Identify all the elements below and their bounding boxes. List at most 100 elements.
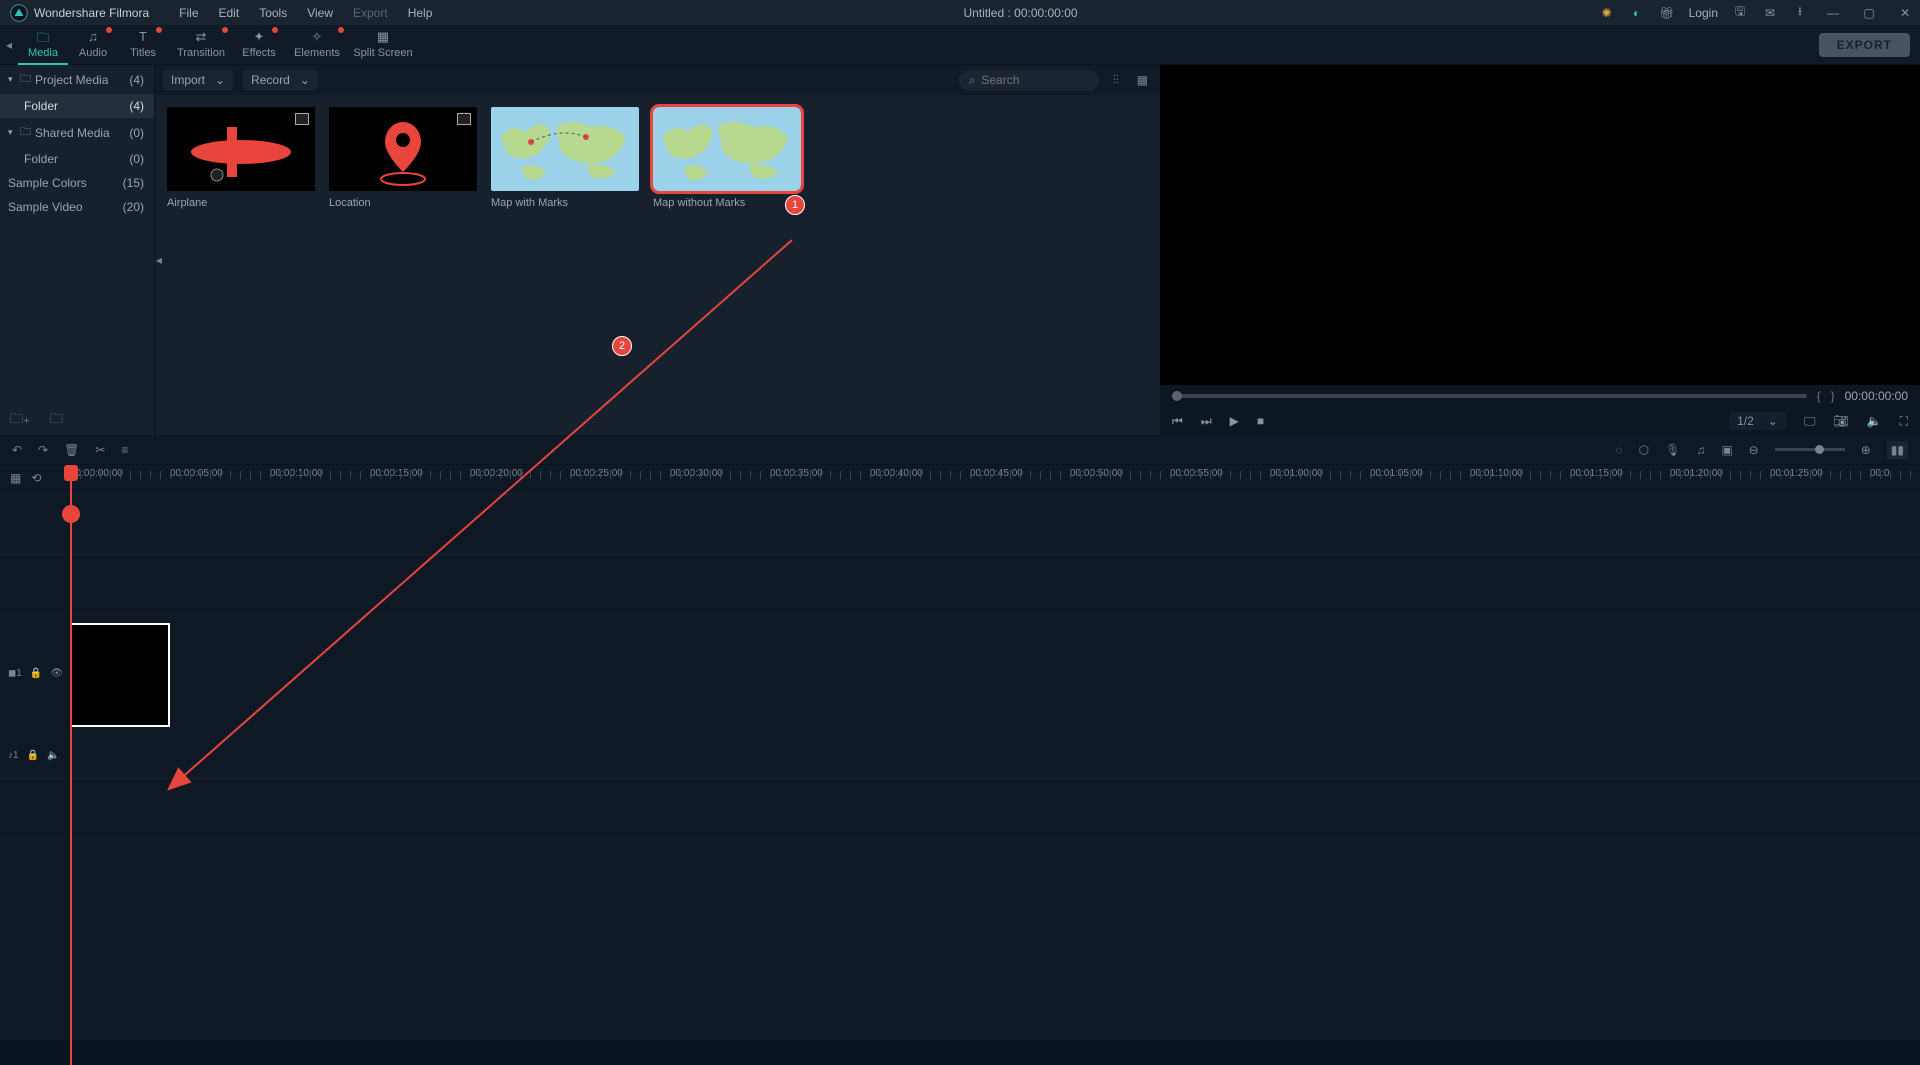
import-label: Import	[171, 73, 205, 87]
audio-track[interactable]: ♪1 🔒 🔈	[0, 733, 1920, 779]
track-add-icon[interactable]: ▦	[10, 471, 21, 485]
stop-button[interactable]: ■	[1257, 414, 1264, 428]
timeline-toolbar: ↶ ↷ 🗑 ✂ ≡ ◌ ⬡ 🎙 ♫ ▣ ⊖ ⊕ ▮▮	[0, 435, 1920, 465]
search-input[interactable]	[981, 73, 1088, 87]
monitor-icon[interactable]: 🖵	[1804, 414, 1816, 429]
thumbnail-airplane[interactable]: Airplane	[167, 107, 315, 209]
sidebar-item-sample-video[interactable]: Sample Video(20)	[0, 195, 154, 219]
message-icon[interactable]: ✉	[1762, 5, 1778, 21]
thumbnail-map-without-marks[interactable]: Map without Marks	[653, 107, 801, 209]
download-icon[interactable]: ⭳	[1792, 5, 1808, 21]
tab-elements[interactable]: ✧Elements	[284, 25, 350, 65]
snapshot-icon[interactable]: 📷︎	[1833, 414, 1848, 428]
support-icon[interactable]: ◐	[1629, 5, 1645, 21]
save-icon[interactable]: 🖫	[1732, 5, 1748, 21]
redo-button[interactable]: ↷	[38, 443, 48, 457]
sidebar-item-folder[interactable]: Folder(0)	[0, 147, 154, 171]
video-track[interactable]: ◼1 🔒 👁	[0, 615, 1920, 733]
zoom-out-icon[interactable]: ⊖	[1749, 443, 1759, 457]
view-grid-icon[interactable]: ▦	[1133, 69, 1152, 91]
audio-track-head: ♪1 🔒 🔈	[0, 733, 70, 778]
audio-mixer-icon[interactable]: ♫	[1696, 443, 1705, 457]
marker-icon[interactable]: ⬡	[1639, 443, 1649, 457]
project-title: Untitled : 00:00:00:00	[442, 6, 1598, 20]
media-sidebar: ▾🗀Project Media(4)Folder(4)▾🗀Shared Medi…	[0, 65, 155, 435]
sidebar-item-shared-media[interactable]: ▾🗀Shared Media(0)	[0, 118, 154, 147]
search-box[interactable]: ⌕	[959, 70, 1099, 91]
tab-media[interactable]: 🗀Media	[18, 25, 68, 65]
split-button[interactable]: ✂	[95, 443, 105, 457]
login-button[interactable]: Login	[1689, 6, 1718, 20]
delete-button[interactable]: 🗑	[64, 443, 79, 457]
ruler-tick: 00:00:50:00	[1070, 466, 1170, 479]
play-button[interactable]: ▶	[1230, 414, 1239, 428]
maximize-button[interactable]: ▢	[1858, 6, 1880, 20]
tab-label: Media	[18, 47, 68, 59]
track-empty-3[interactable]	[0, 779, 1920, 839]
sidebar-item-count: (4)	[129, 73, 144, 87]
playhead-handle-icon[interactable]	[62, 505, 80, 523]
thumbnail-location[interactable]: Location	[329, 107, 477, 209]
playhead[interactable]	[70, 465, 72, 1065]
lock-icon[interactable]: 🔒	[30, 668, 42, 679]
gift-icon[interactable]: 🎁︎	[1659, 5, 1675, 21]
visibility-icon[interactable]: 👁	[50, 668, 63, 679]
track-empty-1[interactable]	[0, 495, 1920, 555]
tips-icon[interactable]: ✺	[1599, 5, 1615, 21]
ruler-tick: 00:00:10:00	[270, 466, 370, 479]
tab-split-screen[interactable]: ▦Split Screen	[350, 25, 416, 65]
minimize-button[interactable]: —	[1822, 6, 1844, 20]
mark-out-icon[interactable]: }	[1831, 389, 1835, 403]
open-folder-icon[interactable]: 🗀	[50, 410, 63, 432]
ribbon-collapse-icon[interactable]: ◂	[0, 25, 18, 65]
mute-icon[interactable]: 🔈	[47, 750, 59, 761]
tab-audio[interactable]: ♫Audio	[68, 25, 118, 65]
track-empty-2[interactable]	[0, 555, 1920, 615]
new-folder-icon[interactable]: 🗀₊	[10, 410, 30, 432]
import-dropdown[interactable]: Import⌄	[163, 70, 233, 90]
volume-icon[interactable]: 🔈	[1867, 414, 1882, 428]
sidebar-item-folder[interactable]: Folder(4)	[0, 94, 154, 118]
menu-file[interactable]: File	[169, 2, 208, 24]
scrub-knob[interactable]	[1172, 391, 1182, 401]
menu-help[interactable]: Help	[398, 2, 443, 24]
close-button[interactable]: ✕	[1894, 6, 1916, 20]
menu-export[interactable]: Export	[343, 2, 398, 24]
menu-view[interactable]: View	[297, 2, 343, 24]
thumbnail-map-with-marks[interactable]: Map with Marks	[491, 107, 639, 209]
next-frame-button[interactable]: ⏭	[1201, 414, 1212, 429]
scrub-bar[interactable]	[1172, 394, 1807, 398]
sidebar-collapse-icon[interactable]: ◂	[155, 245, 164, 275]
zoom-knob[interactable]	[1815, 445, 1824, 454]
zoom-slider[interactable]	[1775, 448, 1845, 451]
zoom-fit-icon[interactable]: ▮▮	[1887, 441, 1908, 459]
tab-effects[interactable]: ✦Effects	[234, 25, 284, 65]
prev-frame-button[interactable]: ⏮	[1172, 414, 1183, 429]
render-icon[interactable]: ◌	[1615, 443, 1622, 457]
adjust-button[interactable]: ≡	[121, 443, 128, 457]
preview-ratio-select[interactable]: 1/2⌄	[1729, 412, 1786, 430]
tab-label: Audio	[68, 47, 118, 59]
fullscreen-icon[interactable]: ⛶	[1900, 414, 1908, 429]
lock-icon[interactable]: 🔒	[27, 750, 39, 761]
track-link-icon[interactable]: ⟲	[31, 471, 41, 485]
tab-transition[interactable]: ⇄Transition	[168, 25, 234, 65]
tab-titles[interactable]: TTitles	[118, 25, 168, 65]
menu-edit[interactable]: Edit	[209, 2, 250, 24]
app-name: Wondershare Filmora	[34, 6, 149, 20]
preview-time: 00:00:00:00	[1845, 389, 1908, 403]
sidebar-item-project-media[interactable]: ▾🗀Project Media(4)	[0, 65, 154, 94]
filter-icon[interactable]: ⫶⫶	[1109, 69, 1123, 92]
crop-icon[interactable]: ▣	[1721, 443, 1732, 457]
menu-tools[interactable]: Tools	[249, 2, 297, 24]
zoom-in-icon[interactable]: ⊕	[1861, 443, 1871, 457]
timeline-ruler[interactable]: ▦ ⟲ 00:00:00:0000:00:05:0000:00:10:0000:…	[0, 465, 1920, 495]
undo-button[interactable]: ↶	[12, 443, 22, 457]
export-button[interactable]: EXPORT	[1819, 33, 1910, 57]
record-dropdown[interactable]: Record⌄	[243, 70, 318, 90]
voiceover-icon[interactable]: 🎙	[1665, 443, 1680, 457]
preview-screen[interactable]	[1160, 65, 1920, 385]
sidebar-item-sample-colors[interactable]: Sample Colors(15)	[0, 171, 154, 195]
mark-in-icon[interactable]: {	[1817, 389, 1821, 403]
clip-drop-target[interactable]	[70, 623, 170, 727]
